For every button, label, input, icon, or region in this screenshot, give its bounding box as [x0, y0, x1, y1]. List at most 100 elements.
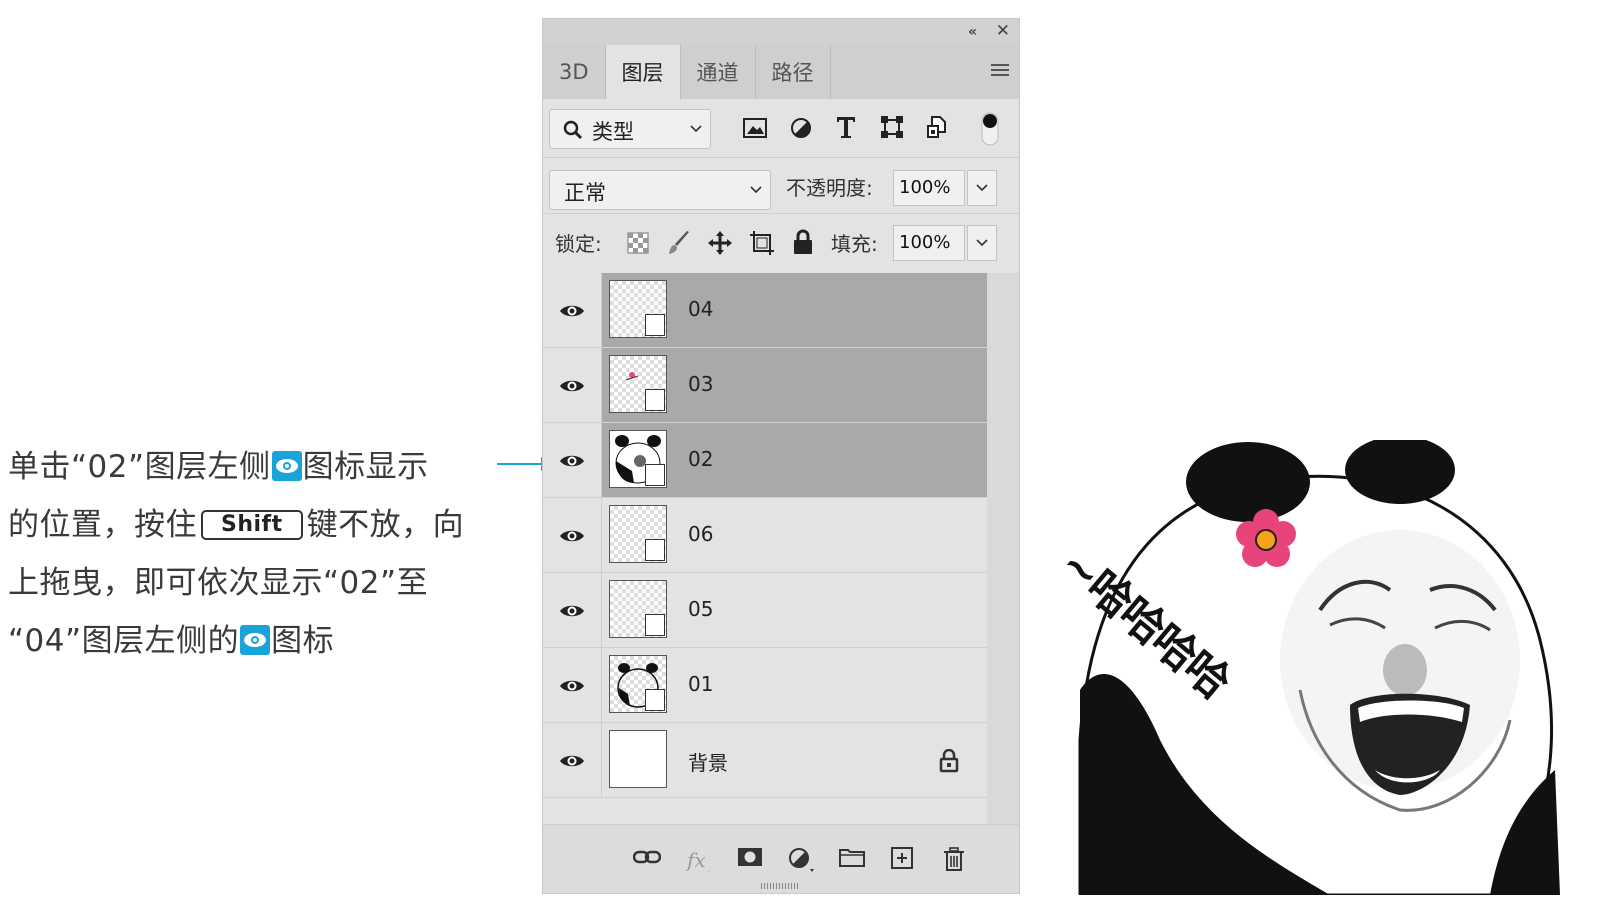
panel-titlebar: « ✕ [543, 19, 1019, 45]
layer-name: 背景 [688, 751, 728, 775]
smart-object-badge-icon [645, 689, 665, 711]
caption-line-4: “04”图层左侧的 图标 [8, 623, 335, 659]
resize-grip[interactable] [761, 883, 799, 889]
lock-position-move-icon[interactable] [707, 230, 733, 256]
fill-input[interactable]: 100% [893, 225, 965, 261]
close-icon[interactable]: ✕ [996, 21, 1010, 41]
tab-3d[interactable]: 3D [543, 45, 606, 99]
layer-thumbnail [609, 505, 667, 563]
filter-kind-select[interactable]: 类型 [549, 109, 711, 149]
lock-all-icon[interactable] [793, 229, 813, 255]
visibility-toggle[interactable] [543, 348, 601, 422]
eye-icon [271, 451, 302, 481]
layer-name: 05 [688, 597, 714, 621]
layer-row-03[interactable]: 03 [543, 348, 987, 423]
layer-row-04[interactable]: 04 [543, 273, 987, 348]
lock-artboard-icon[interactable] [749, 230, 775, 256]
layers-panel: « ✕ 3D 图层 通道 路径 类型 正常 不透明度: 100% 锁定: 填充:… [542, 18, 1020, 894]
eye-icon [560, 605, 584, 617]
new-layer-icon[interactable] [891, 847, 913, 869]
layer-name: 01 [688, 672, 714, 696]
layer-thumbnail [609, 355, 667, 413]
layers-bottom-toolbar: fx. [543, 824, 1019, 893]
panda-meme-image [1078, 440, 1560, 895]
blend-mode-label: 正常 [564, 181, 606, 205]
layer-thumbnail [609, 730, 667, 788]
delete-layer-trash-icon[interactable] [943, 847, 965, 871]
eye-icon [560, 380, 584, 392]
chevron-down-icon [690, 125, 702, 133]
link-layers-icon[interactable] [633, 847, 661, 867]
layer-row-background[interactable]: 背景 [543, 723, 987, 798]
chevron-down-icon [750, 186, 762, 194]
opacity-dropdown[interactable] [967, 170, 997, 206]
eye-icon [560, 530, 584, 542]
chevron-down-icon [976, 239, 988, 247]
svg-text:fx: fx [685, 848, 706, 872]
chevron-down-icon [976, 184, 988, 192]
new-adjustment-layer-icon[interactable] [788, 847, 816, 873]
eye-icon [560, 680, 584, 692]
visibility-toggle[interactable] [543, 648, 601, 722]
instruction-caption: 单击“02”图层左侧 图标显示 的位置，按住 Shift 键不放，向 上拖曳，即可依次… [8, 436, 498, 668]
smart-object-filter-icon[interactable] [926, 115, 948, 139]
visibility-toggle[interactable] [543, 498, 601, 572]
shift-key: Shift [201, 510, 303, 540]
type-layer-filter-icon[interactable] [835, 115, 857, 139]
caption-line-3: 上拖曳，即可依次显示“02”至 [8, 565, 429, 601]
blend-row: 正常 不透明度: 100% [543, 158, 1019, 214]
new-group-folder-icon[interactable] [839, 847, 865, 867]
tab-layers[interactable]: 图层 [605, 45, 681, 99]
lock-row: 锁定: 填充: 100% [543, 214, 1019, 270]
smart-object-badge-icon [645, 389, 665, 411]
filter-toggle-icon[interactable] [980, 111, 1000, 147]
smart-object-badge-icon [645, 614, 665, 636]
eye-icon [240, 625, 271, 655]
layer-name: 02 [688, 447, 714, 471]
layers-list: 04 03 02 06 05 01 背景 [543, 273, 987, 827]
layer-row-01[interactable]: 01 [543, 648, 987, 723]
shape-layer-filter-icon[interactable] [880, 115, 904, 139]
visibility-toggle[interactable] [543, 573, 601, 647]
visibility-toggle[interactable] [543, 423, 601, 497]
eye-icon [560, 455, 584, 467]
opacity-label: 不透明度: [786, 176, 873, 200]
layer-name: 03 [688, 372, 714, 396]
layer-row-02[interactable]: 02 [543, 423, 987, 498]
tab-paths[interactable]: 路径 [756, 45, 831, 99]
layer-style-fx-icon[interactable]: fx. [685, 847, 713, 873]
layer-thumbnail [609, 280, 667, 338]
search-icon [563, 120, 583, 140]
lock-icon[interactable] [939, 749, 959, 773]
adjustment-layer-filter-icon[interactable] [790, 117, 812, 139]
layer-row-06[interactable]: 06 [543, 498, 987, 573]
filter-kind-label: 类型 [592, 120, 634, 144]
smart-object-badge-icon [645, 314, 665, 336]
svg-text:.: . [707, 865, 710, 873]
lock-transparent-pixels-icon[interactable] [627, 232, 649, 254]
tab-channels[interactable]: 通道 [681, 45, 756, 99]
lock-label: 锁定: [555, 232, 602, 256]
visibility-toggle[interactable] [543, 723, 601, 797]
opacity-input[interactable]: 100% [893, 170, 965, 206]
fill-label: 填充: [831, 232, 878, 256]
flower-mark-icon [625, 372, 639, 381]
lock-image-pixels-brush-icon[interactable] [667, 230, 691, 256]
blend-mode-select[interactable]: 正常 [549, 170, 771, 210]
caption-line-2: 的位置，按住 Shift 键不放，向 [8, 507, 465, 543]
add-mask-icon[interactable] [737, 847, 763, 867]
pixel-layer-filter-icon[interactable] [743, 117, 767, 139]
eye-icon [560, 305, 584, 317]
layer-name: 06 [688, 522, 714, 546]
smart-object-badge-icon [645, 464, 665, 486]
caption-line-1: 单击“02”图层左侧 图标显示 [8, 449, 429, 485]
layer-row-05[interactable]: 05 [543, 573, 987, 648]
eye-icon [560, 755, 584, 767]
collapse-panel-icon[interactable]: « [968, 24, 977, 40]
fill-dropdown[interactable] [967, 225, 997, 261]
visibility-toggle[interactable] [543, 273, 601, 347]
layer-thumbnail [609, 655, 667, 713]
layers-scrollbar[interactable] [987, 273, 1019, 827]
layer-thumbnail [609, 430, 667, 488]
panel-menu-icon[interactable] [991, 63, 1009, 77]
